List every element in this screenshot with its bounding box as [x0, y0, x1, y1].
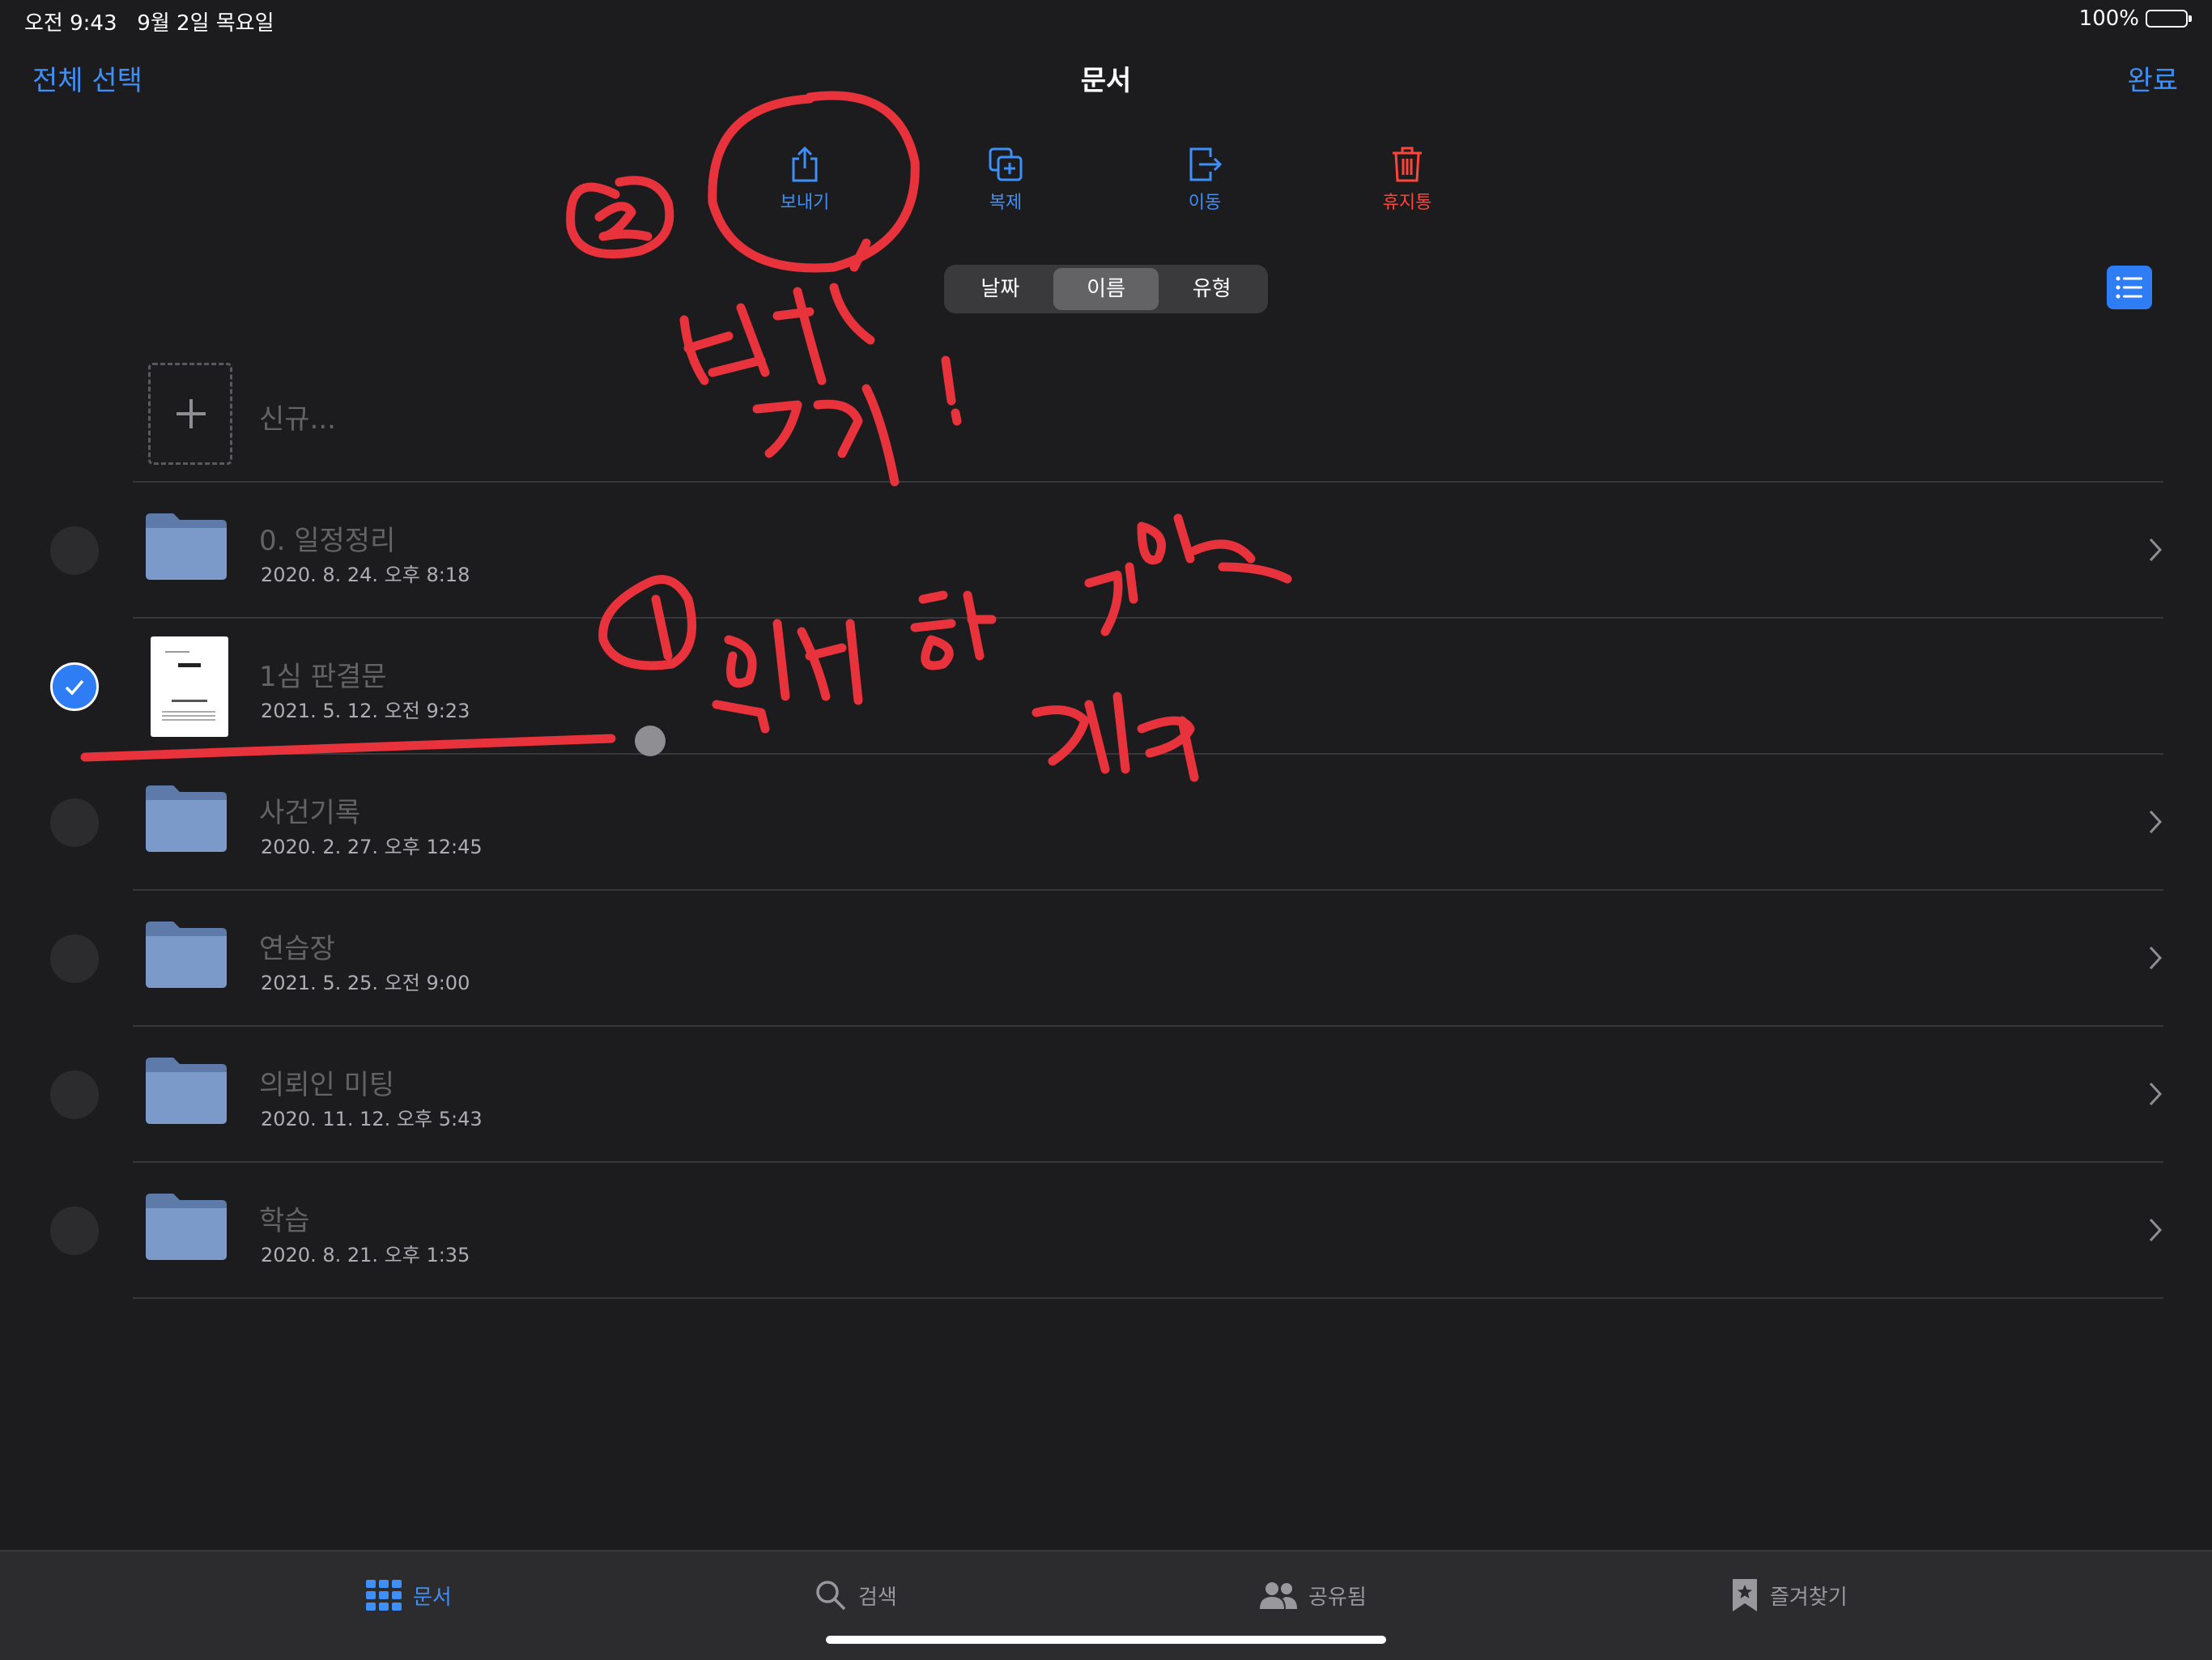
item-name: 의뢰인 미팅: [259, 1069, 395, 1101]
selection-circle[interactable]: [50, 1070, 99, 1119]
status-date: 9월 2일 목요일: [137, 11, 274, 36]
divider: [133, 1297, 2163, 1299]
list-item[interactable]: 0. 일정정리 2020. 8. 24. 오후 8:18: [0, 483, 2212, 619]
selection-circle-checked[interactable]: [50, 662, 99, 711]
folder-icon: [146, 785, 227, 852]
item-name: 1심 판결문: [259, 661, 387, 693]
status-bar-left: 오전 9:43 9월 2일 목요일: [24, 6, 274, 36]
list-item[interactable]: 사건기록 2020. 2. 27. 오후 12:45: [0, 755, 2212, 891]
pointer-dot: [635, 726, 666, 756]
share-icon: [792, 146, 818, 182]
move-label: 이동: [1188, 193, 1222, 213]
trash-icon: [1393, 147, 1422, 182]
selection-circle[interactable]: [50, 1207, 99, 1255]
done-button[interactable]: 완료: [2127, 58, 2178, 98]
home-indicator[interactable]: [826, 1636, 1386, 1644]
battery-icon: [2146, 10, 2192, 28]
item-name: 사건기록: [259, 797, 361, 829]
sort-by-name[interactable]: 이름: [1053, 268, 1159, 310]
share-button[interactable]: 보내기: [740, 146, 870, 214]
document-thumbnail: [151, 636, 228, 737]
duplicate-icon: [989, 147, 1023, 181]
selection-circle[interactable]: [50, 798, 99, 847]
trash-button[interactable]: 휴지통: [1342, 146, 1472, 214]
list-item[interactable]: 학습 2020. 8. 21. 오후 1:35: [0, 1163, 2212, 1299]
tab-search[interactable]: 검색: [815, 1577, 897, 1613]
chevron-right-icon[interactable]: [2147, 944, 2163, 972]
battery-percent: 100%: [2078, 6, 2139, 31]
page-title: 문서: [1080, 65, 1132, 97]
selection-circle[interactable]: [50, 934, 99, 983]
chevron-right-icon[interactable]: [2147, 1080, 2163, 1108]
move-icon: [1189, 147, 1223, 181]
item-date: 2021. 5. 25. 오전 9:00: [261, 972, 470, 994]
item-date: 2021. 5. 12. 오전 9:23: [261, 700, 470, 722]
bookmark-star-icon: [1733, 1579, 1757, 1611]
list-item[interactable]: 의뢰인 미팅 2020. 11. 12. 오후 5:43: [0, 1027, 2212, 1163]
tab-search-label: 검색: [858, 1585, 897, 1610]
share-label: 보내기: [780, 193, 830, 213]
tab-shared[interactable]: 공유됨: [1260, 1577, 1367, 1613]
checkmark-icon: [65, 679, 84, 696]
status-bar-right: 100%: [2078, 6, 2192, 31]
item-name: 0. 일정정리: [259, 525, 396, 557]
folder-icon: [146, 1194, 227, 1260]
trash-label: 휴지통: [1382, 193, 1432, 213]
item-date: 2020. 2. 27. 오후 12:45: [261, 836, 483, 858]
duplicate-button[interactable]: 복제: [941, 146, 1070, 214]
list-item[interactable]: 1심 판결문 2021. 5. 12. 오전 9:23: [0, 619, 2212, 755]
item-name: 학습: [259, 1205, 310, 1237]
move-button[interactable]: 이동: [1140, 146, 1270, 214]
duplicate-label: 복제: [989, 193, 1023, 213]
sort-segmented-control[interactable]: 날짜 이름 유형: [944, 265, 1268, 313]
tab-documents[interactable]: 문서: [366, 1577, 452, 1613]
item-date: 2020. 8. 21. 오후 1:35: [261, 1244, 470, 1266]
folder-icon: [146, 513, 227, 580]
list-icon: [2116, 276, 2142, 299]
status-time: 오전 9:43: [24, 11, 117, 36]
search-icon: [816, 1581, 846, 1611]
folder-icon: [146, 1058, 227, 1124]
chevron-right-icon[interactable]: [2147, 808, 2163, 836]
new-document-button[interactable]: [148, 363, 232, 465]
tab-favorites-label: 즐겨찾기: [1770, 1585, 1848, 1610]
grid-icon: [366, 1580, 402, 1611]
new-document-label: 신규...: [259, 403, 336, 436]
tab-documents-label: 문서: [413, 1585, 452, 1610]
sort-by-date[interactable]: 날짜: [947, 268, 1053, 310]
tab-favorites[interactable]: 즐겨찾기: [1731, 1577, 1848, 1613]
people-icon: [1260, 1582, 1297, 1609]
chevron-right-icon[interactable]: [2147, 1216, 2163, 1244]
sort-by-type[interactable]: 유형: [1159, 268, 1265, 310]
chevron-right-icon[interactable]: [2147, 536, 2163, 564]
selection-circle[interactable]: [50, 526, 99, 575]
item-date: 2020. 8. 24. 오후 8:18: [261, 564, 470, 586]
item-date: 2020. 11. 12. 오후 5:43: [261, 1108, 483, 1130]
list-item[interactable]: 연습장 2021. 5. 25. 오전 9:00: [0, 891, 2212, 1027]
list-view-button[interactable]: [2107, 266, 2152, 309]
folder-icon: [146, 922, 227, 988]
item-name: 연습장: [259, 933, 335, 965]
tab-shared-label: 공유됨: [1308, 1585, 1367, 1610]
